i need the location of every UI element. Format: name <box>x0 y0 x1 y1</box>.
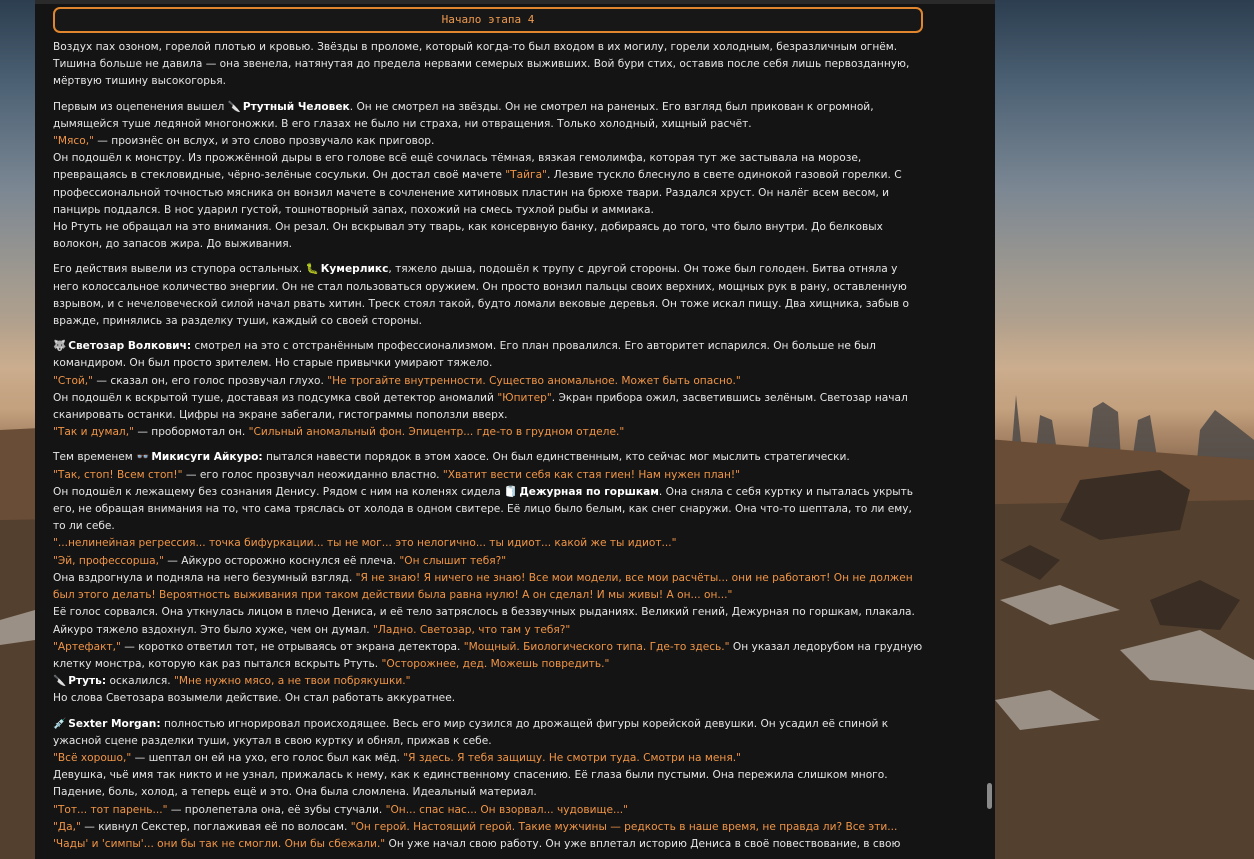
quote: "Тот... тот парень..." <box>53 803 168 816</box>
character-name: Ртуть: <box>68 675 107 688</box>
stage-banner: Начало этапа 4 <box>53 7 923 33</box>
quote: "Всё хорошо," <box>53 751 132 764</box>
text: Её голос сорвался. Она уткнулась лицом в… <box>53 606 915 619</box>
text: Его действия вывели из ступора остальных… <box>53 263 303 276</box>
text: Он подошёл к лежащему без сознания Денис… <box>53 485 505 498</box>
text: Он уже начал свою работу. Он уже вплетал… <box>385 837 901 850</box>
paragraph-5: Тем временем 👓 Микисуги Айкуро: пытался н… <box>53 449 925 707</box>
scrollbar-thumb[interactable] <box>987 783 992 809</box>
text: Айкуро тяжело вздохнул. Это было хуже, ч… <box>53 623 374 636</box>
top-strip <box>35 0 995 4</box>
text: — шептал он ей на ухо, его голос был как… <box>131 751 404 764</box>
quote: "Хватит вести себя как стая гиен! Нам ну… <box>442 468 741 481</box>
text: — коротко ответил тот, не отрываясь от э… <box>120 640 464 653</box>
text: Но слова Светозара возымели действие. Он… <box>53 692 456 705</box>
character-name: Микисуги Айкуро: <box>151 451 263 464</box>
quote: "Не трогайте внутренности. Существо аном… <box>327 374 741 387</box>
paragraph-6: 💉 Sexter Morgan: полностью игнорировал пр… <box>53 716 925 854</box>
text: — пробормотал он. <box>133 426 249 439</box>
quote: "...нелинейная регрессия... точка бифурк… <box>53 537 677 550</box>
quote: "Юпитер" <box>497 391 552 404</box>
text: оскалился. <box>106 675 175 688</box>
text: пытался навести порядок в этом хаосе. Он… <box>262 451 850 464</box>
quote: "Мощный. Биологического типа. Где-то зде… <box>463 640 730 653</box>
character-name: Светозар Волкович: <box>68 340 192 353</box>
character-name: Кумерликс <box>320 263 389 276</box>
text: — Айкуро осторожно коснулся её плеча. <box>163 554 400 567</box>
quote: "Мясо," <box>53 135 94 148</box>
quote: "Так и думал," <box>53 426 134 439</box>
paragraph-2: Первым из оцепенения вышел 🔪 Ртутный Чело… <box>53 99 925 254</box>
quote: "Да," <box>53 820 81 833</box>
paragraph-3: Его действия вывели из ступора остальных… <box>53 261 925 330</box>
text: — сказал он, его голос прозвучал глухо. <box>93 374 328 387</box>
text: — кивнул Секстер, поглаживая её по волос… <box>80 820 351 833</box>
syringe-icon: 💉 <box>53 717 67 730</box>
character-name: Sexter Morgan: <box>68 717 161 730</box>
quote: "Он слышит тебя?" <box>399 554 507 567</box>
text: Она вздрогнула и подняла на него безумны… <box>53 571 356 584</box>
quote: "Тайга" <box>505 169 547 182</box>
story-text: Воздух пах озоном, горелой плотью и кров… <box>53 39 925 853</box>
text: Тем временем <box>53 451 137 464</box>
glasses-icon: 👓 <box>136 451 150 464</box>
quote: "Так, стоп! Всем стоп!" <box>53 468 183 481</box>
quote: "Мне нужно мясо, а не твои побрякушки." <box>174 675 411 688</box>
quote: "Осторожнее, дед. Можешь повредить." <box>381 657 610 670</box>
toilet-paper-icon: 🧻 <box>504 485 518 498</box>
quote: "Артефакт," <box>53 640 121 653</box>
caterpillar-icon: 🐛 <box>305 263 319 276</box>
quote: "Он... спас нас... Он взорвал... чудовищ… <box>385 803 628 816</box>
text: полностью игнорировал происходящее. Весь… <box>53 717 889 747</box>
quote: "Сильный аномальный фон. Эпицентр... где… <box>248 426 625 439</box>
text: Первым из оцепенения вышел <box>53 100 225 113</box>
quote: "Ладно. Светозар, что там у тебя?" <box>373 623 571 636</box>
character-name: Ртутный Человек <box>242 100 350 113</box>
character-name: Дежурная по горшкам <box>519 485 659 498</box>
text: — пролепетала она, её зубы стучали. <box>167 803 386 816</box>
wolf-icon: 🐺 <box>53 340 67 353</box>
text: Девушка, чьё имя так никто и не узнал, п… <box>53 769 888 799</box>
knife-icon: 🔪 <box>53 675 67 688</box>
text: Но Ртуть не обращал на это внимания. Он … <box>53 221 883 251</box>
quote: "Я здесь. Я тебя защищу. Не смотри туда.… <box>403 751 741 764</box>
text: Он подошёл к вскрытой туше, доставая из … <box>53 391 498 404</box>
text: — произнёс он вслух, и это слово прозвуч… <box>93 135 435 148</box>
knife-icon: 🔪 <box>227 100 241 113</box>
paragraph-4: 🐺 Светозар Волкович: смотрел на это с отс… <box>53 338 925 441</box>
quote: "Стой," <box>53 374 94 387</box>
text: — его голос прозвучал неожиданно властно… <box>182 468 443 481</box>
paragraph-1: Воздух пах озоном, горелой плотью и кров… <box>53 41 910 88</box>
quote: "Эй, профессорша," <box>53 554 164 567</box>
